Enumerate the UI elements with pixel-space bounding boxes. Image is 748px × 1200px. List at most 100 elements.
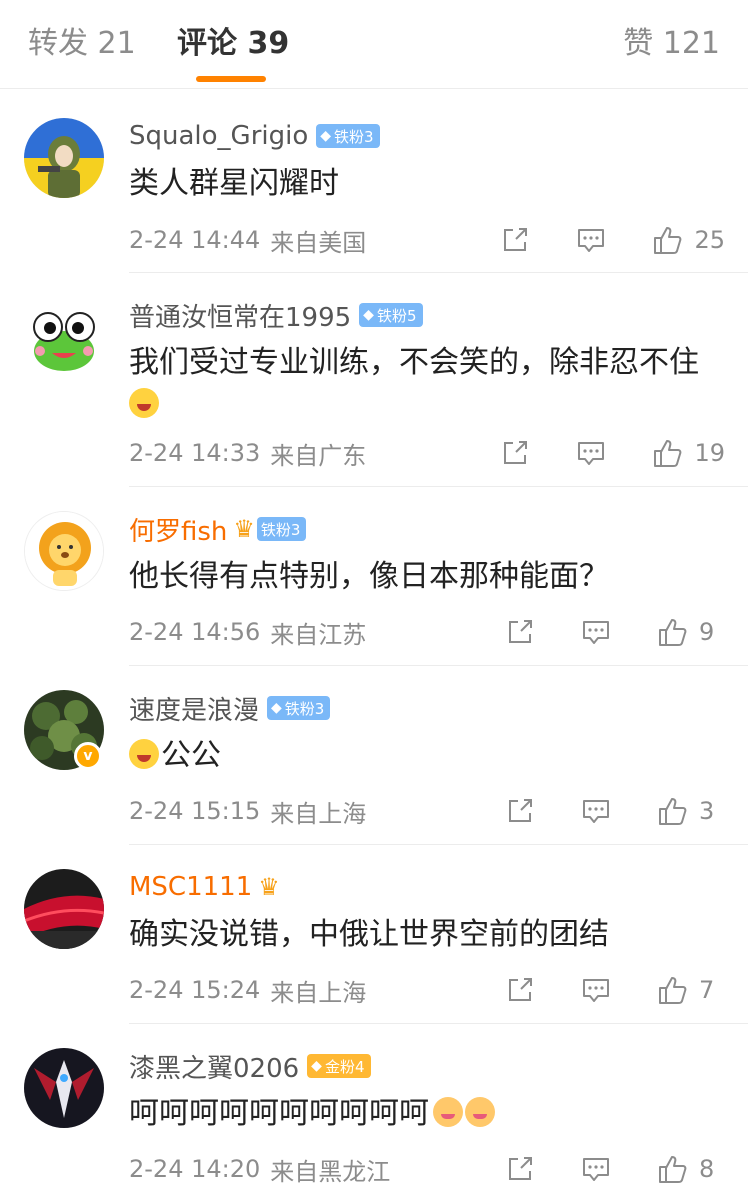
reply-button[interactable] (581, 796, 611, 826)
comment-actions: 3 (505, 791, 725, 831)
like-button[interactable]: 9 (657, 616, 725, 648)
like-count: 9 (699, 618, 715, 646)
comment-divider (129, 844, 748, 845)
comment-meta: 2-24 15:24 来自上海 7 (129, 970, 725, 1010)
avatar-image (24, 297, 104, 377)
laugh-cry-emoji-icon (129, 739, 159, 769)
fan-badge: ◆ 铁粉3 (316, 124, 380, 148)
share-button[interactable] (500, 438, 530, 468)
comment-divider (129, 272, 748, 273)
avatar-image (24, 1048, 104, 1128)
username[interactable]: 速度是浪漫 (129, 690, 259, 727)
comment-meta: 2-24 14:33 来自广东 19 (129, 433, 725, 473)
thumbs-up-icon (659, 798, 687, 825)
fan-badge: ◆ 铁粉5 (359, 303, 423, 327)
comment-text: 确实没说错，中俄让世界空前的团结 (129, 914, 729, 956)
vip-crown-icon: ♛ (233, 515, 255, 543)
comment-header: MSC1111 ♛ (129, 869, 280, 905)
comment-header: 普通汝恒常在1995 ◆ 铁粉5 (129, 297, 423, 333)
username[interactable]: 漆黑之翼0206 (129, 1048, 299, 1085)
username[interactable]: 普通汝恒常在1995 (129, 297, 351, 334)
comment-time: 2-24 14:33 (129, 439, 261, 467)
laugh-cry-emoji-icon (129, 388, 159, 418)
avatar[interactable] (24, 511, 104, 591)
comment-text-body: 我们受过专业训练，不会笑的，除非忍不住 (129, 345, 699, 380)
thumbs-up-icon (654, 227, 682, 254)
like-button[interactable]: 7 (657, 974, 725, 1006)
vip-crown-icon: ♛ (258, 873, 280, 901)
gold-gem-icon: ◆ (311, 1058, 322, 1074)
comment-header: 漆黑之翼0206 ◆ 金粉4 (129, 1048, 371, 1084)
fan-badge: ◆ 金粉4 (307, 1054, 371, 1078)
share-button[interactable] (505, 796, 535, 826)
comment-text-body: 确实没说错，中俄让世界空前的团结 (129, 917, 609, 952)
avatar[interactable] (24, 869, 104, 949)
reply-button[interactable] (581, 617, 611, 647)
username[interactable]: 何罗fish (129, 511, 227, 548)
avatar[interactable] (24, 297, 104, 377)
thumbs-up-icon (659, 1156, 687, 1183)
share-icon (509, 799, 532, 822)
comment-actions: 19 (500, 433, 725, 473)
share-button[interactable] (505, 975, 535, 1005)
comment-time: 2-24 14:56 (129, 618, 261, 646)
comment-location: 来自上海 (270, 978, 367, 1007)
fan-badge: 铁粉3 (256, 517, 307, 541)
avatar[interactable] (24, 1048, 104, 1128)
blush-emoji-icon (465, 1097, 495, 1127)
comment-text-body: 类人群星闪耀时 (129, 166, 339, 201)
like-button[interactable]: 25 (652, 224, 725, 256)
comment-text: 类人群星闪耀时 (129, 163, 729, 205)
share-button[interactable] (505, 617, 535, 647)
comment-actions: 7 (505, 970, 725, 1010)
share-button[interactable] (505, 1154, 535, 1184)
like-count: 25 (694, 226, 725, 254)
tab-reposts[interactable]: 转发 21 (28, 24, 136, 64)
verified-badge-icon: v (74, 742, 102, 770)
comment-location: 来自黑龙江 (270, 1157, 391, 1186)
share-icon (504, 441, 528, 464)
comment-tab-bar: 转发 21 评论 39 赞 121 (0, 0, 748, 89)
comment-divider (129, 665, 748, 666)
fan-badge: ◆ 铁粉3 (267, 696, 331, 720)
share-icon (509, 620, 532, 643)
comment-meta: 2-24 14:44 来自美国 25 (129, 220, 725, 260)
like-button[interactable]: 19 (652, 437, 725, 469)
comment-icon (578, 229, 605, 252)
share-button[interactable] (500, 225, 530, 255)
reply-button[interactable] (581, 975, 611, 1005)
comment-text: 我们受过专业训练，不会笑的，除非忍不住 (129, 342, 729, 426)
comment-location: 来自广东 (270, 441, 367, 470)
like-button[interactable]: 3 (657, 795, 725, 827)
like-count: 8 (699, 1155, 715, 1183)
comment-divider (129, 1023, 748, 1024)
comment-meta: 2-24 14:56 来自江苏 9 (129, 612, 725, 652)
comment-time: 2-24 14:20 (129, 1155, 261, 1183)
comment-actions: 8 (505, 1149, 725, 1189)
comment-location: 来自江苏 (270, 620, 367, 649)
username[interactable]: MSC1111 (129, 872, 252, 902)
avatar[interactable] (24, 118, 104, 198)
active-tab-indicator (196, 76, 266, 82)
reply-button[interactable] (576, 438, 606, 468)
tab-comments[interactable]: 评论 39 (177, 24, 289, 64)
diamond-icon: ◆ (271, 700, 282, 716)
thumbs-up-icon (654, 440, 682, 467)
comment-text-body: 呵呵呵呵呵呵呵呵呵呵 (129, 1096, 429, 1131)
avatar-image (24, 118, 104, 198)
reply-button[interactable] (581, 1154, 611, 1184)
tab-likes[interactable]: 赞 121 (623, 24, 720, 64)
reply-button[interactable] (576, 225, 606, 255)
fan-badge-label: 铁粉3 (260, 520, 301, 539)
fan-badge-label: 金粉4 (324, 1057, 365, 1076)
comment-time: 2-24 15:15 (129, 797, 261, 825)
username[interactable]: Squalo_Grigio (129, 121, 308, 151)
like-button[interactable]: 8 (657, 1153, 725, 1185)
comment-actions: 25 (500, 220, 725, 260)
comment-location: 来自上海 (270, 799, 367, 828)
like-count: 3 (699, 797, 715, 825)
comment-actions: 9 (505, 612, 725, 652)
comment-text-body: 他长得有点特别，像日本那种能面？ (129, 559, 609, 594)
comment-divider (129, 486, 748, 487)
share-icon (504, 228, 528, 251)
